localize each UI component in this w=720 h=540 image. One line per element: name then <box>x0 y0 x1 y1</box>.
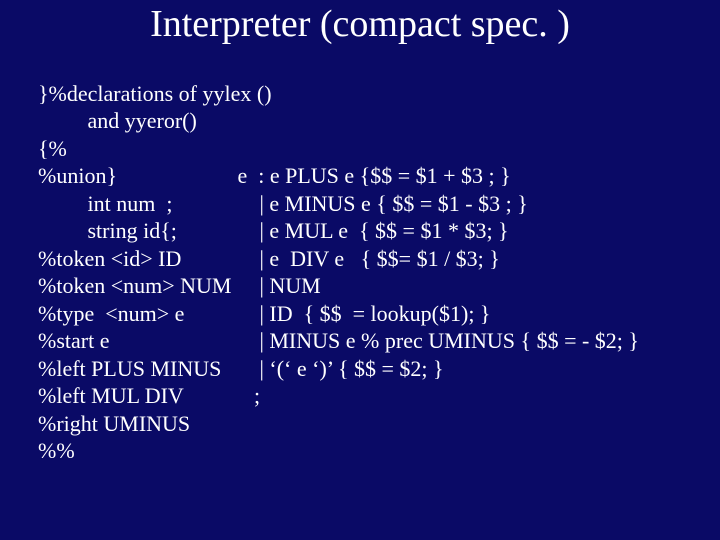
right-column: e : e PLUS e {$$ = $1 + $3 ; } | e MINUS… <box>231 162 639 410</box>
slide-body: }%declarations of yylex () and yyeror() … <box>38 52 710 465</box>
decl-line-4: %union} <box>38 163 117 188</box>
rule-line-6: | ID { $$ = lookup($1); } <box>237 301 490 326</box>
decl-line-5: int num ; <box>38 191 172 216</box>
decl-line-7: %token <id> ID <box>38 246 181 271</box>
rule-line-5: | NUM <box>237 273 320 298</box>
decl-line-12: %left MUL DIV <box>38 383 184 408</box>
decl-line-1: }%declarations of yylex () <box>38 81 272 106</box>
rule-line-7: | MINUS e % prec UMINUS { $$ = - $2; } <box>237 328 639 353</box>
decl-line-9: %type <num> e <box>38 301 184 326</box>
rule-line-4: | e DIV e { $$= $1 / $3; } <box>237 246 499 271</box>
rule-line-1: e : e PLUS e {$$ = $1 + $3 ; } <box>237 163 510 188</box>
decl-line-3: {% <box>38 136 67 161</box>
decl-line-13: %right UMINUS <box>38 411 190 436</box>
decl-line-10: %start e <box>38 328 109 353</box>
decl-line-8: %token <num> NUM <box>38 273 231 298</box>
left-column: %union} int num ; string id{; %token <id… <box>38 162 231 465</box>
decl-line-11: %left PLUS MINUS <box>38 356 221 381</box>
decl-line-2: and yyeror() <box>38 108 197 133</box>
rule-line-9: ; <box>237 383 260 408</box>
decl-line-6: string id{; <box>38 218 177 243</box>
rule-line-8: | ‘(‘ e ‘)’ { $$ = $2; } <box>237 356 443 381</box>
rule-line-3: | e MUL e { $$ = $1 * $3; } <box>237 218 508 243</box>
rule-line-2: | e MINUS e { $$ = $1 - $3 ; } <box>237 191 527 216</box>
slide-title: Interpreter (compact spec. ) <box>0 2 720 46</box>
two-column-block: %union} int num ; string id{; %token <id… <box>38 162 710 465</box>
decl-line-14: %% <box>38 438 75 463</box>
slide: Interpreter (compact spec. ) }%declarati… <box>0 0 720 540</box>
